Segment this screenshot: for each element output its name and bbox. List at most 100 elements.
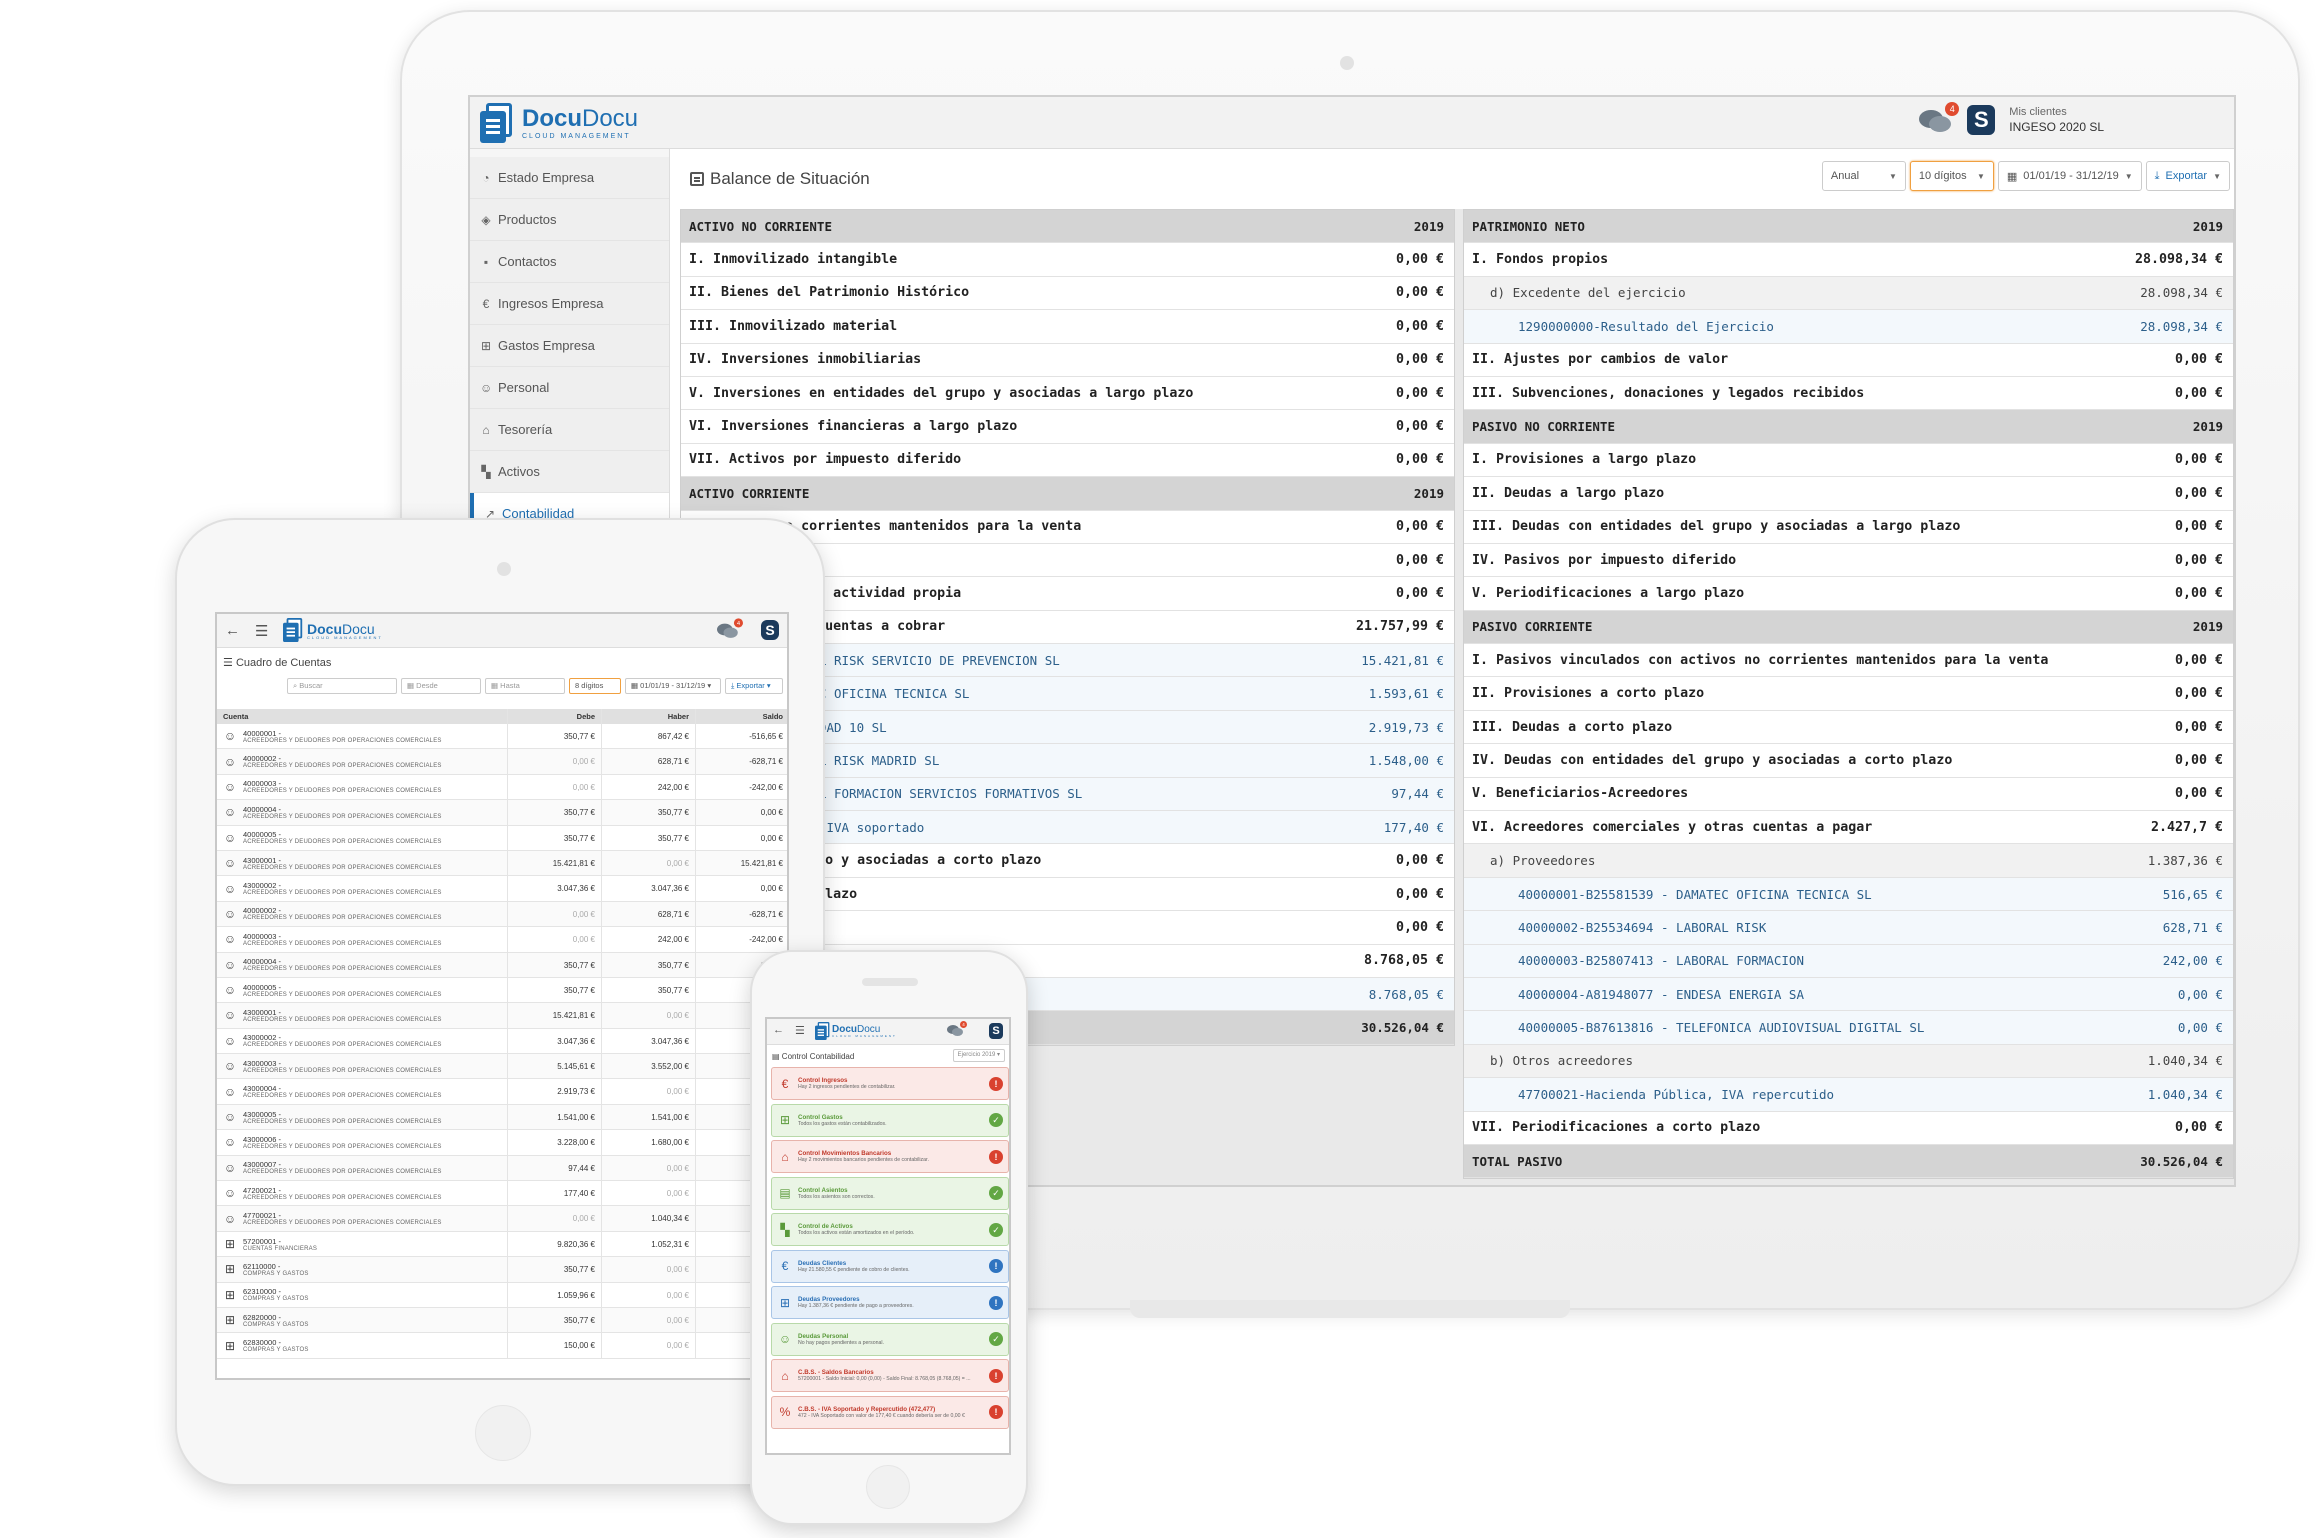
control-card[interactable]: € Control Ingresos Hay 2 ingresos pendient… xyxy=(771,1067,1009,1100)
brand-s-icon[interactable]: S xyxy=(1967,105,1996,135)
table-row[interactable]: ☺ 40000004 - ACREEDORES Y DEUDORES POR OPE… xyxy=(217,952,787,978)
sidebar-item[interactable]: ▚ Activos xyxy=(470,451,669,493)
control-card[interactable]: € Deudas Clientes Hay 21.580,55 € pendient… xyxy=(771,1249,1009,1283)
col-debe[interactable]: Debe xyxy=(507,709,601,724)
period-select[interactable]: Anual ▼ xyxy=(1821,161,1906,191)
phone-period-select[interactable]: Ejercicio 2019 ▾ xyxy=(952,1049,1005,1062)
control-card[interactable]: ☺ Deudas Personal No hay pagos pendientes … xyxy=(771,1322,1009,1356)
table-row[interactable]: ☺ 40000003 - ACREEDORES Y DEUDORES POR OPE… xyxy=(217,774,787,801)
tablet-digits-select[interactable]: 8 dígitos xyxy=(569,678,621,694)
control-card-title: C.B.S. - IVA Soportado y Repercutido (47… xyxy=(798,1405,936,1413)
sidebar-item[interactable]: ⌂ Tesorería xyxy=(470,409,669,451)
col-saldo[interactable]: Saldo xyxy=(695,709,787,724)
account-row[interactable]: 47700021-Hacienda Pública, IVA repercuti… xyxy=(1464,1078,2233,1112)
account-row[interactable]: 1290000000-Resultado del Ejercicio 28.098… xyxy=(1464,310,2233,344)
table-row[interactable]: ⊞ 62820000 - COMPRAS Y GASTOS 350,77 €0,00 … xyxy=(217,1307,787,1334)
sidebar-item[interactable]: ⊞ Gastos Empresa xyxy=(470,325,669,367)
tablet-to-placeholder: Hasta xyxy=(500,681,520,690)
phone-home-button[interactable] xyxy=(866,1465,910,1509)
tablet-export-button[interactable]: ⤓ Exportar ▾ xyxy=(725,678,783,694)
row-value: 0,00 € xyxy=(2174,385,2223,401)
table-row[interactable]: ☺ 43000004 - ACREEDORES Y DEUDORES POR OPE… xyxy=(217,1079,787,1105)
back-arrow-icon[interactable]: ← xyxy=(225,622,240,639)
row-value: 0,00 € xyxy=(2174,585,2223,601)
menu-icon[interactable]: ☰ xyxy=(255,622,268,640)
table-row[interactable]: ☺ 43000007 - ACREEDORES Y DEUDORES POR OPE… xyxy=(217,1155,787,1182)
balance-row: II. Bienes del Patrimonio Histórico 0,00 … xyxy=(681,277,1454,311)
col-haber[interactable]: Haber xyxy=(601,709,695,724)
tablet-brand-s-icon[interactable]: S xyxy=(761,620,779,640)
sidebar-item[interactable]: € Ingresos Empresa xyxy=(470,283,669,325)
table-row[interactable]: ☺ 40000004 - ACREEDORES Y DEUDORES POR OPE… xyxy=(217,800,787,826)
digits-select[interactable]: 10 dígitos ▼ xyxy=(1909,161,1994,191)
table-row[interactable]: ☺ 40000002 - ACREEDORES Y DEUDORES POR OPE… xyxy=(217,749,787,775)
row-value: 0,00 € xyxy=(1395,252,1444,268)
phone-menu-icon[interactable]: ☰ xyxy=(795,1024,805,1037)
account-row[interactable]: 40000005-B87613816 - TELEFONICA AUDIOVIS… xyxy=(1464,1011,2233,1045)
tablet-to-input[interactable]: ▦ Hasta xyxy=(485,678,565,694)
control-card[interactable]: ▚ Control de Activos Todos los activos est… xyxy=(771,1213,1009,1246)
sidebar-item[interactable]: ▪ Contactos xyxy=(470,241,669,283)
table-row[interactable]: ☺ 47700021 - ACREEDORES Y DEUDORES POR OPE… xyxy=(217,1206,787,1232)
account-row[interactable]: 40000003-B25807413 - LABORAL FORMACION 24… xyxy=(1464,944,2233,978)
phone-back-arrow-icon[interactable]: ← xyxy=(773,1024,784,1036)
date-range-button[interactable]: ▦ 01/01/19 - 31/12/19 ▼ xyxy=(1997,161,2142,191)
table-row[interactable]: ⊞ 62310000 - COMPRAS Y GASTOS 1.059,96 €0,0… xyxy=(217,1282,787,1308)
debe-cell: 350,77 € xyxy=(507,724,601,749)
sidebar-item-label: Estado Empresa xyxy=(498,170,595,185)
saldo-cell: -242,00 € xyxy=(695,927,787,952)
control-card[interactable]: ⌂ Control Movimientos Bancarios Hay 2 movi… xyxy=(771,1140,1009,1173)
col-cuenta[interactable]: Cuenta xyxy=(217,712,507,721)
table-row[interactable]: ☺ 43000003 - ACREEDORES Y DEUDORES POR OPE… xyxy=(217,1054,787,1080)
table-row[interactable]: ☺ 40000003 - ACREEDORES Y DEUDORES POR OPE… xyxy=(217,927,787,953)
table-row[interactable]: ☺ 43000001 - ACREEDORES Y DEUDORES POR OPE… xyxy=(217,850,787,877)
table-row[interactable]: ☺ 43000002 - ACREEDORES Y DEUDORES POR OPE… xyxy=(217,1028,787,1055)
phone-brand-s-icon[interactable]: S xyxy=(989,1023,1003,1039)
table-row[interactable]: ☺ 43000002 - ACREEDORES Y DEUDORES POR OPE… xyxy=(217,876,787,902)
tablet-from-input[interactable]: ▦ Desde xyxy=(401,678,481,694)
account-row[interactable]: 40000001-B25581539 - DAMATEC OFICINA TEC… xyxy=(1464,877,2233,912)
control-card[interactable]: ⊞ Control Gastos Todos los gastos están co… xyxy=(771,1103,1009,1137)
control-card[interactable]: ⊞ Deudas Proveedores Hay 1.387,36 € pendie… xyxy=(771,1286,1009,1319)
control-card[interactable]: ⌂ C.B.S. - Saldos Bancarios 57200001 - Sal… xyxy=(771,1359,1009,1392)
logo[interactable]: DocuDocu CLOUD MANAGEMENT xyxy=(480,103,638,143)
table-row[interactable]: ☺ 43000005 - ACREEDORES Y DEUDORES POR OPE… xyxy=(217,1104,787,1131)
control-card-text: Control Ingresos Hay 2 ingresos pendiente… xyxy=(798,1077,984,1090)
table-row[interactable]: ☺ 43000001 - ACREEDORES Y DEUDORES POR OPE… xyxy=(217,1003,787,1029)
tablet-home-button[interactable] xyxy=(475,1405,531,1461)
control-card-title: Deudas Clientes xyxy=(798,1259,847,1267)
cart-icon: ⊞ xyxy=(224,1262,236,1277)
tablet-date-range[interactable]: ▦ 01/01/19 - 31/12/19 ▾ xyxy=(625,678,721,694)
phone-logo[interactable]: DocuDocu CLOUD MANAGEMENT xyxy=(815,1022,897,1041)
account-description: ACREEDORES Y DEUDORES POR OPERACIONES CO… xyxy=(243,991,442,998)
control-card[interactable]: % C.B.S. - IVA Soportado y Repercutido (4… xyxy=(771,1395,1009,1429)
row-value: 0,00 € xyxy=(2174,652,2223,668)
tablet-chat-icon[interactable]: 4 xyxy=(717,618,743,639)
notification-badge: 4 xyxy=(1945,102,1960,116)
tablet-search-input[interactable]: ⌕ Buscar xyxy=(287,678,397,694)
account-description: ACREEDORES Y DEUDORES POR OPERACIONES CO… xyxy=(243,1220,442,1227)
account-row[interactable]: 40000004-A81948077 - ENDESA ENERGIA SA 0,… xyxy=(1464,977,2233,1012)
tablet-logo-icon xyxy=(283,618,303,642)
tablet-logo[interactable]: DocuDocu CLOUD MANAGEMENT xyxy=(283,618,383,644)
account-row[interactable]: 40000002-B25534694 - LABORAL RISK 628,71 … xyxy=(1464,911,2233,945)
table-row[interactable]: ⊞ 62110000 - COMPRAS Y GASTOS 350,77 €0,00 … xyxy=(217,1257,787,1283)
table-row[interactable]: ☺ 47200021 - ACREEDORES Y DEUDORES POR OPE… xyxy=(217,1181,787,1207)
export-button[interactable]: ⤓ Exportar ▼ xyxy=(2145,161,2230,191)
table-row[interactable]: ☺ 40000005 - ACREEDORES Y DEUDORES POR OPE… xyxy=(217,977,787,1004)
client-selector[interactable]: Mis clientes INGESO 2020 SL xyxy=(2009,105,2104,135)
sidebar-item[interactable]: ◔ Estado Empresa xyxy=(470,157,669,199)
control-card-title: Control Asientos xyxy=(798,1186,848,1194)
account-info: 57200001 - CUENTAS FINANCIERAS xyxy=(243,1237,317,1252)
table-row[interactable]: ⊞ 57200001 - CUENTAS FINANCIERAS 9.820,36 €… xyxy=(217,1231,787,1258)
table-row[interactable]: ☺ 40000002 - ACREEDORES Y DEUDORES POR OPE… xyxy=(217,901,787,928)
chat-icon[interactable]: 4 xyxy=(1919,102,1960,134)
control-card[interactable]: ▤ Control Asientos Todos los asientos son … xyxy=(771,1176,1009,1210)
phone-chat-icon[interactable]: 4 xyxy=(947,1021,967,1037)
sidebar-item[interactable]: ☺ Personal xyxy=(470,367,669,409)
table-row[interactable]: ⊞ 62830000 - COMPRAS Y GASTOS 150,00 €0,00 … xyxy=(217,1333,787,1359)
table-row[interactable]: ☺ 40000001 - ACREEDORES Y DEUDORES POR OPE… xyxy=(217,724,787,750)
sidebar-item[interactable]: ◈ Productos xyxy=(470,199,669,241)
table-row[interactable]: ☺ 40000005 - ACREEDORES Y DEUDORES POR OPE… xyxy=(217,825,787,851)
table-row[interactable]: ☺ 43000006 - ACREEDORES Y DEUDORES POR OPE… xyxy=(217,1130,787,1156)
